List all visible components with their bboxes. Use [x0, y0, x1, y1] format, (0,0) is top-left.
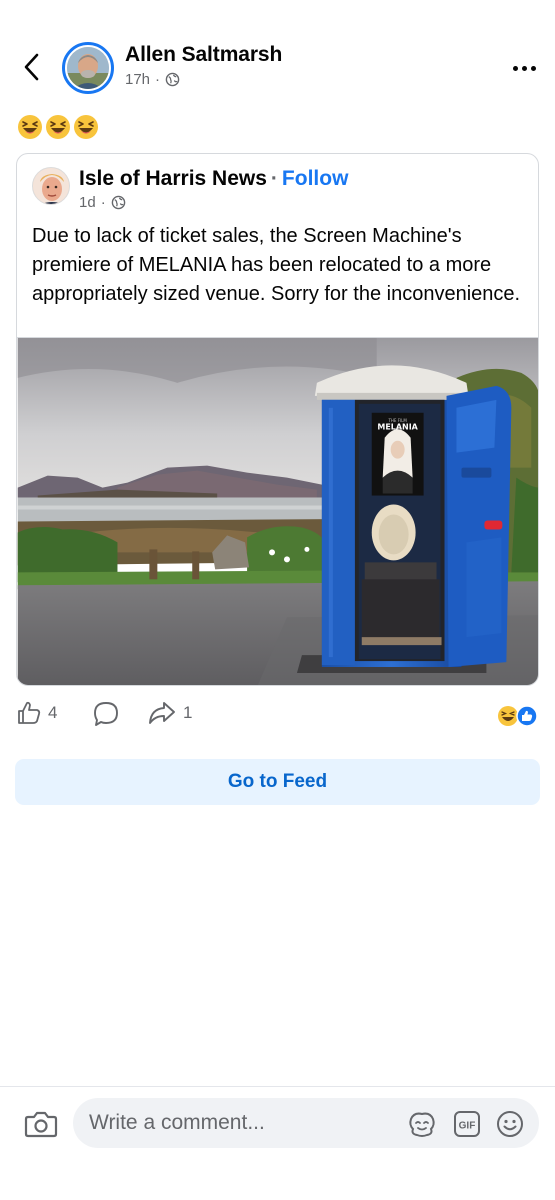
laugh-reaction-icon: [498, 706, 518, 726]
page-name[interactable]: Isle of Harris News: [79, 167, 267, 191]
page-avatar-photo: [33, 168, 69, 204]
post-meta: 17h ·: [125, 71, 180, 88]
post-header: Allen Saltmarsh 17h ·: [0, 30, 555, 106]
camera-button[interactable]: [24, 1109, 58, 1139]
avatar-sticker-icon: [409, 1112, 435, 1137]
chevron-left-icon: [24, 53, 39, 81]
post-time: 17h: [125, 71, 151, 88]
header-separator: ·: [270, 167, 278, 190]
share-arrow-icon: [149, 702, 175, 724]
more-options-button[interactable]: [506, 58, 542, 78]
like-count: 4: [48, 703, 58, 722]
comment-bubble-icon: [94, 702, 118, 726]
like-button[interactable]: 4: [16, 700, 57, 726]
shared-post-text: Due to lack of ticket sales, the Screen …: [32, 225, 521, 305]
shared-post-time: 1d: [79, 194, 96, 211]
globe-icon: [165, 72, 180, 87]
thumbs-up-icon: [18, 701, 41, 724]
avatar-photo: [67, 47, 109, 89]
post-emoji-text: [17, 114, 99, 140]
like-reaction-icon: [516, 705, 538, 727]
page-avatar[interactable]: [32, 167, 70, 205]
share-button[interactable]: 1: [147, 700, 192, 726]
poster-title: MELANIA: [377, 423, 418, 432]
emoji-button[interactable]: [495, 1109, 525, 1139]
meta-separator: ·: [155, 71, 161, 88]
laughing-emoji-icon: [46, 115, 70, 139]
post-actions: 4 1: [0, 700, 555, 732]
back-button[interactable]: [16, 50, 46, 84]
comment-button[interactable]: [92, 700, 120, 728]
author-avatar[interactable]: [62, 42, 114, 94]
shared-post-image[interactable]: THE FILM MELANIA: [17, 337, 539, 686]
meta-separator: ·: [100, 194, 106, 211]
camera-icon: [24, 1111, 58, 1138]
go-to-feed-button[interactable]: Go to Feed: [15, 759, 540, 805]
shared-post-meta: 1d ·: [79, 194, 126, 211]
follow-button[interactable]: Follow: [282, 167, 349, 191]
comment-composer: GIF: [0, 1086, 555, 1200]
globe-icon: [111, 195, 125, 210]
shared-post-card[interactable]: Isle of Harris News · Follow 1d · Due to…: [16, 153, 539, 686]
gif-button[interactable]: GIF: [452, 1109, 482, 1139]
laughing-emoji-icon: [74, 115, 98, 139]
smiley-icon: [497, 1111, 523, 1137]
share-count: 1: [183, 703, 193, 722]
reactions-summary[interactable]: [497, 705, 541, 727]
laughing-emoji-icon: [18, 115, 42, 139]
gif-label: GIF: [459, 1121, 476, 1132]
shared-post-header: Isle of Harris News · Follow: [79, 167, 348, 191]
author-name[interactable]: Allen Saltmarsh: [125, 43, 282, 67]
gif-icon: GIF: [454, 1111, 480, 1137]
avatar-sticker-button[interactable]: [407, 1109, 437, 1139]
